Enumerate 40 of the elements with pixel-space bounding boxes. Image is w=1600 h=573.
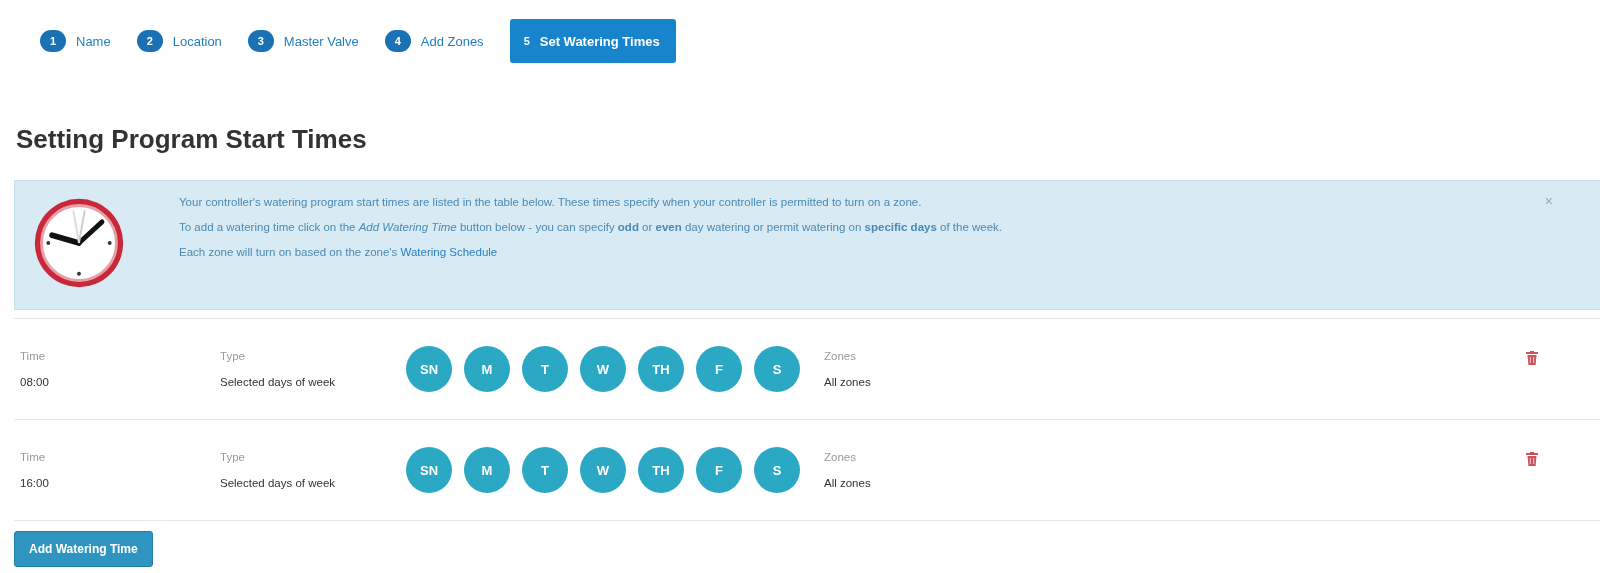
wizard-step-tab[interactable]: 3 Master Valve [247, 19, 359, 63]
day-toggle[interactable]: T [522, 346, 568, 392]
day-toggle[interactable]: SN [406, 447, 452, 493]
day-toggle[interactable]: TH [638, 447, 684, 493]
day-toggle[interactable]: W [580, 346, 626, 392]
info-text: Each zone will turn on based on the zone's Watering Schedule [179, 245, 499, 259]
field-label: Zones [824, 451, 857, 463]
field-label: Time [20, 451, 47, 463]
day-toggle[interactable]: M [464, 346, 510, 392]
day-toggle[interactable]: T [522, 447, 568, 493]
field-label: Zones [824, 350, 857, 362]
wizard-step-tab[interactable]: 2 Location [136, 19, 222, 63]
type-value: Selected days of week [220, 477, 337, 489]
delete-icon[interactable] [1526, 452, 1538, 466]
day-toggle[interactable]: SN [406, 346, 452, 392]
close-button[interactable]: × [1544, 193, 1553, 209]
field-label: Type [220, 451, 246, 463]
wizard-step-tab[interactable]: 1 Name [40, 19, 111, 63]
add-watering-time-button[interactable]: Add Watering Time [14, 531, 153, 567]
time-value: 16:00 [20, 477, 50, 489]
day-toggle[interactable]: TH [638, 346, 684, 392]
day-toggle[interactable]: F [696, 346, 742, 392]
zones-value: All zones [824, 477, 872, 489]
wizard-step-tab[interactable]: 4 Add Zones [384, 19, 484, 63]
info-text: To add a watering time click on the Add Watering Time button below - you can specify odd or even day watering or permit watering on specific days of the week. [179, 220, 1004, 234]
type-value: Selected days of week [220, 376, 337, 388]
day-toggle[interactable]: M [464, 447, 510, 493]
delete-icon[interactable] [1526, 351, 1538, 365]
page-heading: Setting Program Start Times [16, 124, 368, 156]
day-toggle[interactable]: S [754, 447, 800, 493]
info-text: Your controller's watering program start times are listed in the table below. These times specify when your controller is permitted to turn on a zone. [179, 195, 923, 209]
wizard-step-tab[interactable]: 5 Set Watering Times [509, 19, 676, 63]
time-value: 08:00 [20, 376, 50, 388]
day-toggle[interactable]: F [696, 447, 742, 493]
day-toggle[interactable]: S [754, 346, 800, 392]
watering-schedule-link[interactable]: Watering Schedule [400, 246, 498, 258]
field-label: Time [20, 350, 47, 362]
day-toggle[interactable]: W [580, 447, 626, 493]
zones-value: All zones [824, 376, 872, 388]
field-label: Type [220, 350, 246, 362]
